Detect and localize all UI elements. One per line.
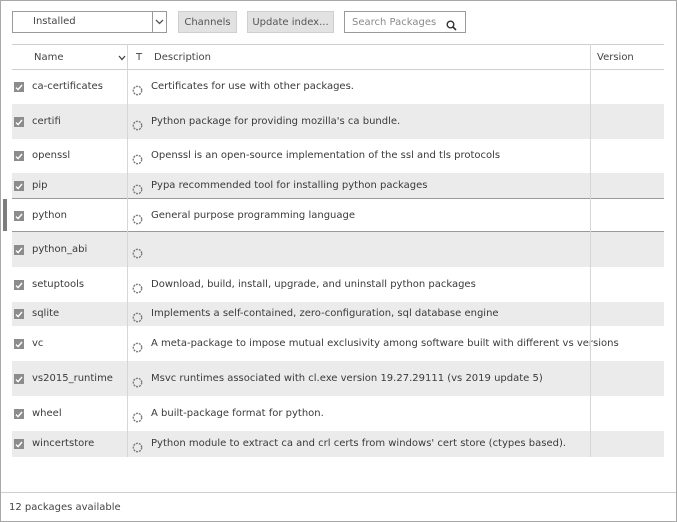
package-description: General purpose programming language (151, 210, 356, 221)
package-manager-panel: Installed Channels Update index... Searc… (0, 0, 677, 522)
column-divider (590, 44, 591, 457)
status-ring-icon (132, 116, 143, 131)
package-description: Openssl is an open-source implementation… (151, 150, 501, 161)
package-description: Pypa recommended tool for installing pyt… (151, 180, 428, 191)
table-row[interactable]: wheel A built-package format for python. (12, 396, 664, 431)
package-name: python_abi (32, 244, 88, 255)
package-name: certifi (32, 116, 61, 127)
channels-button[interactable]: Channels (178, 11, 237, 33)
status-ring-icon (132, 338, 143, 353)
table-header: Name T Description Version (12, 44, 664, 70)
status-ring-icon (132, 279, 143, 294)
package-name: openssl (32, 150, 71, 161)
search-placeholder: Search Packages (352, 17, 437, 28)
status-ring-icon (132, 308, 143, 323)
package-name: wincertstore (32, 438, 95, 449)
chevron-down-icon[interactable] (152, 12, 166, 32)
installed-checkbox[interactable] (14, 309, 24, 319)
installed-checkbox[interactable] (14, 439, 24, 449)
search-icon[interactable] (446, 16, 457, 35)
package-name: python (32, 210, 67, 221)
installed-checkbox[interactable] (14, 409, 24, 419)
table-row[interactable]: vc A meta-package to impose mutual exclus… (12, 326, 664, 361)
status-ring-icon (132, 150, 143, 165)
package-filter-value: Installed (33, 16, 76, 27)
column-header-description[interactable]: Description (154, 52, 211, 63)
status-ring-icon (132, 373, 143, 388)
package-description: Python package for providing mozilla's c… (151, 116, 401, 127)
package-name: vs2015_runtime (32, 373, 113, 384)
installed-checkbox[interactable] (14, 339, 24, 349)
table-row[interactable]: ca-certificates Certificates for use with… (12, 70, 664, 104)
installed-checkbox[interactable] (14, 181, 24, 191)
footer-divider (1, 492, 676, 493)
status-ring-icon (132, 408, 143, 423)
package-description: Certificates for use with other packages… (151, 81, 354, 92)
package-filter-select[interactable]: Installed (12, 11, 167, 33)
search-packages-input[interactable]: Search Packages (344, 11, 466, 33)
status-ring-icon (132, 180, 143, 195)
package-description: Msvc runtimes associated with cl.exe ver… (151, 373, 543, 384)
chevron-down-icon[interactable] (118, 53, 126, 64)
installed-checkbox[interactable] (14, 374, 24, 384)
package-description: A meta-package to impose mutual exclusiv… (151, 338, 619, 349)
status-ring-icon (132, 81, 143, 96)
package-name: setuptools (32, 279, 85, 290)
toolbar: Installed Channels Update index... Searc… (1, 1, 676, 43)
installed-checkbox[interactable] (14, 82, 24, 92)
package-description: Implements a self-contained, zero-config… (151, 308, 499, 319)
package-name: pip (32, 180, 48, 191)
update-index-button[interactable]: Update index... (247, 11, 334, 33)
table-row[interactable]: pip Pypa recommended tool for installing … (12, 173, 664, 198)
selected-row-marker (3, 199, 7, 231)
table-row[interactable]: sqlite Implements a self-contained, zero-… (12, 302, 664, 326)
package-description: A built-package format for python. (151, 408, 324, 419)
installed-checkbox[interactable] (14, 211, 24, 221)
status-ring-icon (132, 244, 143, 259)
table-row[interactable]: openssl Openssl is an open-source impleme… (12, 139, 664, 173)
installed-checkbox[interactable] (14, 117, 24, 127)
installed-checkbox[interactable] (14, 245, 24, 255)
package-description: Python module to extract ca and crl cert… (151, 438, 567, 449)
column-divider (127, 44, 128, 457)
packages-table: Name T Description Version ca-certificat… (3, 44, 664, 457)
status-ring-icon (132, 210, 143, 225)
table-row[interactable]: wincertstore Python module to extract ca … (12, 431, 664, 457)
table-row[interactable]: vs2015_runtime Msvc runtimes associated w… (12, 361, 664, 396)
column-header-type[interactable]: T (136, 52, 142, 63)
status-ring-icon (132, 438, 143, 453)
package-name: ca-certificates (32, 81, 103, 92)
table-row[interactable]: setuptools Download, build, install, upgr… (12, 267, 664, 302)
package-name: sqlite (32, 308, 60, 319)
package-description: Download, build, install, upgrade, and u… (151, 279, 476, 290)
column-header-version[interactable]: Version (597, 52, 634, 63)
table-row[interactable]: certifi Python package for providing mozi… (12, 104, 664, 139)
table-row[interactable]: python General purpose programming langua… (3, 198, 664, 232)
column-header-name[interactable]: Name (34, 52, 64, 63)
package-name: vc (32, 338, 44, 349)
package-count-status: 12 packages available (9, 502, 121, 513)
installed-checkbox[interactable] (14, 280, 24, 290)
package-name: wheel (32, 408, 62, 419)
installed-checkbox[interactable] (14, 151, 24, 161)
table-row[interactable]: python_abi (12, 232, 664, 267)
